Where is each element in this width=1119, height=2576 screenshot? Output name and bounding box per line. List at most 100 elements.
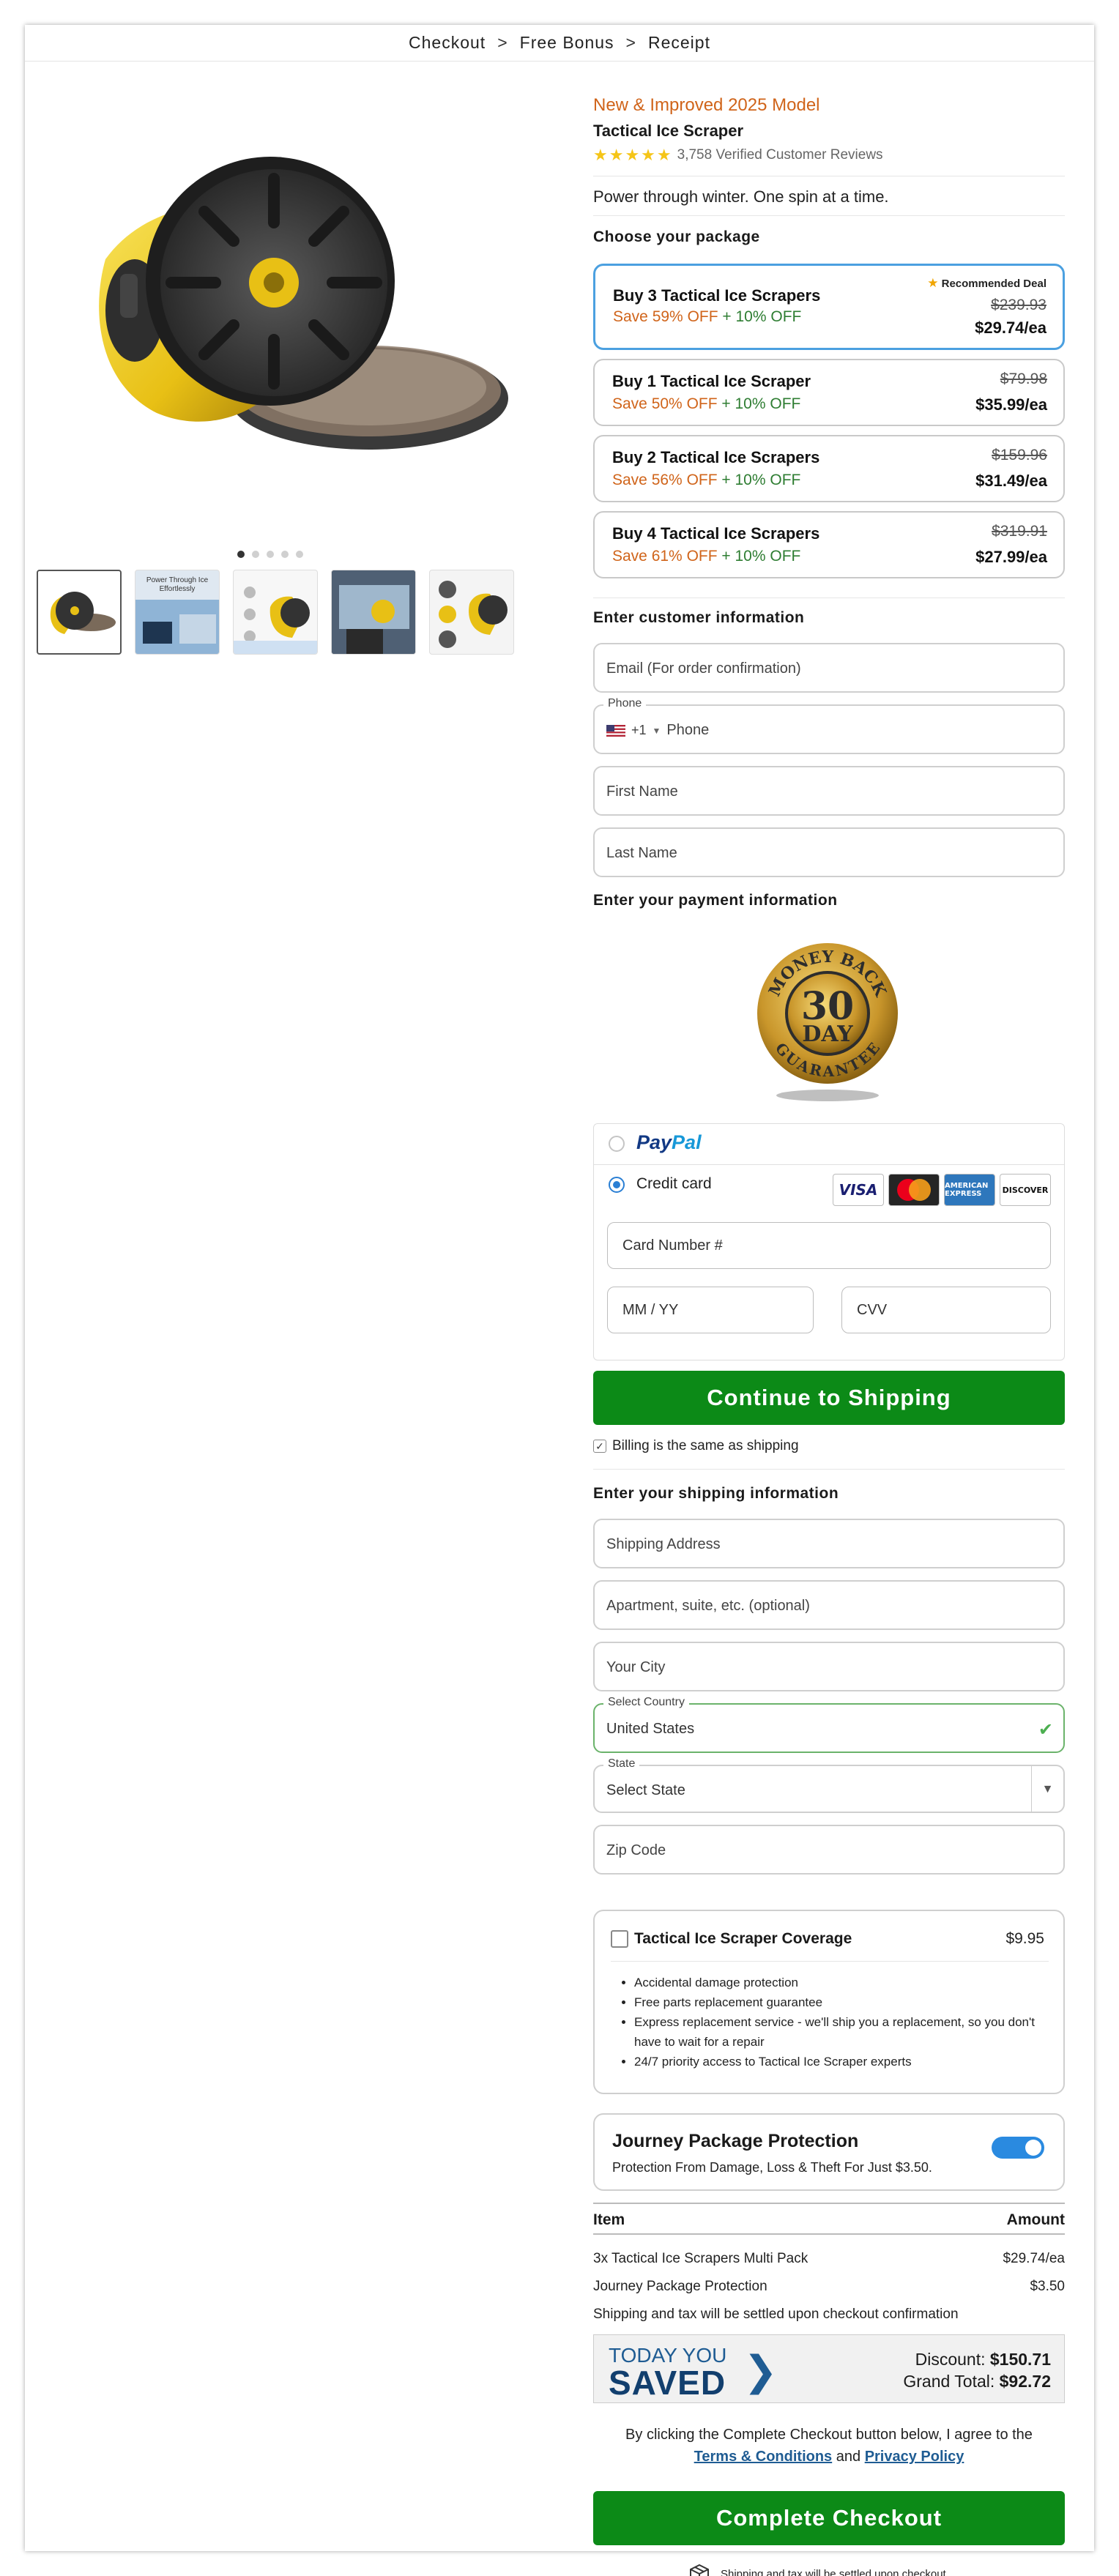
first-name-field[interactable]: First Name bbox=[593, 766, 1065, 816]
in-use-thumbnail-image bbox=[332, 570, 415, 654]
coverage-title: Tactical Ice Scraper Coverage bbox=[634, 1930, 852, 1947]
state-label: State bbox=[603, 1757, 640, 1771]
address-placeholder: Shipping Address bbox=[606, 1536, 721, 1552]
package-original-price: $319.91 bbox=[992, 523, 1047, 540]
carousel-dot[interactable] bbox=[296, 551, 303, 558]
city-field[interactable]: Your City bbox=[593, 1642, 1065, 1691]
card-number-field[interactable]: Card Number # bbox=[607, 1222, 1051, 1269]
paypal-option[interactable]: PayPal bbox=[594, 1124, 1064, 1165]
journey-protection-toggle[interactable] bbox=[992, 2137, 1044, 2159]
complete-checkout-button[interactable]: Complete Checkout bbox=[593, 2491, 1065, 2545]
state-select[interactable]: State Select State ▼ bbox=[593, 1757, 1065, 1813]
thumbnail[interactable]: Power Through Ice Effortlessly bbox=[135, 570, 220, 655]
package-savings: Save 56% OFF + 10% OFF bbox=[612, 472, 801, 488]
paypal-logo: PayPal bbox=[636, 1131, 702, 1153]
savings-banner: TODAY YOU SAVED ❯ Discount: $150.71 Gran… bbox=[593, 2334, 1065, 2403]
last-name-placeholder: Last Name bbox=[606, 845, 677, 861]
money-back-guarantee-badge: MONEY BACK GUARANTEE 30 DAY bbox=[757, 943, 898, 1101]
product-main-image[interactable] bbox=[47, 91, 545, 530]
expiry-field[interactable]: MM / YY bbox=[607, 1287, 814, 1333]
privacy-policy-link[interactable]: Privacy Policy bbox=[865, 2449, 964, 2465]
product-tagline: Power through winter. One spin at a time… bbox=[593, 187, 889, 206]
package-title: Buy 4 Tactical Ice Scrapers bbox=[612, 524, 820, 543]
package-price: $29.74/ea bbox=[975, 319, 1046, 337]
credit-card-radio[interactable] bbox=[609, 1177, 625, 1193]
email-field[interactable]: Email (For order confirmation) bbox=[593, 643, 1065, 693]
terms-link[interactable]: Terms & Conditions bbox=[694, 2449, 833, 2465]
carousel-dot[interactable] bbox=[267, 551, 274, 558]
thumbnail[interactable] bbox=[37, 570, 122, 655]
carousel-dot[interactable] bbox=[281, 551, 289, 558]
country-label: Select Country bbox=[603, 1696, 689, 1709]
billing-same-label: Billing is the same as shipping bbox=[612, 1438, 799, 1453]
discount-line: Discount: $150.71 bbox=[915, 2350, 1051, 2369]
discover-icon: DISCOVER bbox=[1000, 1174, 1051, 1206]
journey-title: Journey Package Protection bbox=[612, 2131, 859, 2151]
payment-section-title: Enter your payment information bbox=[593, 892, 838, 909]
carousel-dot[interactable] bbox=[237, 551, 245, 558]
last-name-field[interactable]: Last Name bbox=[593, 827, 1065, 877]
zip-code-field[interactable]: Zip Code bbox=[593, 1825, 1065, 1875]
thumbnail[interactable] bbox=[233, 570, 318, 655]
paypal-radio[interactable] bbox=[609, 1136, 625, 1152]
zip-placeholder: Zip Code bbox=[606, 1842, 666, 1858]
breadcrumb-checkout[interactable]: Checkout bbox=[409, 33, 486, 53]
divider bbox=[593, 1469, 1065, 1470]
mastercard-icon bbox=[888, 1174, 940, 1206]
billing-checkbox[interactable]: ✓ bbox=[593, 1440, 606, 1453]
coverage-checkbox[interactable] bbox=[611, 1930, 628, 1948]
breadcrumb-receipt[interactable]: Receipt bbox=[648, 33, 710, 53]
us-flag-icon[interactable] bbox=[606, 724, 625, 737]
state-value: Select State bbox=[606, 1782, 685, 1798]
country-value: United States bbox=[606, 1721, 695, 1737]
shipping-address-field[interactable]: Shipping Address bbox=[593, 1519, 1065, 1568]
carousel-dot[interactable] bbox=[252, 551, 259, 558]
breadcrumb-free-bonus[interactable]: Free Bonus bbox=[520, 33, 614, 53]
list-item: Accidental damage protection bbox=[634, 1973, 1049, 1992]
package-option-3[interactable]: ★ Recommended Deal Buy 3 Tactical Ice Sc… bbox=[593, 264, 1065, 350]
phone-field[interactable]: Phone +1 ▼ Phone bbox=[593, 697, 1065, 754]
phone-label: Phone bbox=[603, 697, 647, 710]
thumbnail-strip: Power Through Ice Effortlessly bbox=[37, 570, 514, 655]
package-price: $27.99/ea bbox=[975, 548, 1047, 566]
breadcrumb-separator: > bbox=[625, 33, 636, 52]
journey-subtitle: Protection From Damage, Loss & Theft For… bbox=[612, 2160, 932, 2175]
card-logos: VISA AMERICAN EXPRESS DISCOVER bbox=[833, 1174, 1051, 1206]
credit-card-option[interactable]: Credit card VISA AMERICAN EXPRESS DISCOV… bbox=[594, 1165, 1064, 1206]
package-savings: Save 50% OFF + 10% OFF bbox=[612, 395, 801, 412]
saved-text: SAVED bbox=[609, 2364, 726, 2402]
shipping-section-title: Enter your shipping information bbox=[593, 1485, 839, 1502]
model-line: New & Improved 2025 Model bbox=[593, 95, 820, 115]
check-icon: ✔ bbox=[1038, 1720, 1053, 1740]
summary-amount-header: Amount bbox=[1006, 2211, 1065, 2228]
thumbnail-caption: Power Through Ice Effortlessly bbox=[146, 576, 209, 593]
package-option-4[interactable]: Buy 4 Tactical Ice Scrapers Save 61% OFF… bbox=[593, 511, 1065, 578]
visa-icon: VISA bbox=[833, 1174, 884, 1206]
apartment-field[interactable]: Apartment, suite, etc. (optional) bbox=[593, 1580, 1065, 1630]
cvv-field[interactable]: CVV bbox=[841, 1287, 1051, 1333]
features-thumbnail-image bbox=[234, 587, 317, 654]
phone-placeholder: Phone bbox=[666, 722, 710, 738]
package-title: Buy 1 Tactical Ice Scraper bbox=[612, 372, 811, 390]
chevron-down-icon[interactable]: ▼ bbox=[653, 726, 661, 736]
continue-to-shipping-button[interactable]: Continue to Shipping bbox=[593, 1371, 1065, 1425]
package-savings: Save 59% OFF + 10% OFF bbox=[613, 308, 802, 325]
thumbnail[interactable] bbox=[429, 570, 514, 655]
package-price: $31.49/ea bbox=[975, 472, 1047, 490]
card-number-placeholder: Card Number # bbox=[622, 1237, 723, 1254]
chevron-down-icon[interactable]: ▼ bbox=[1031, 1766, 1063, 1813]
package-option-1[interactable]: Buy 1 Tactical Ice Scraper Save 50% OFF … bbox=[593, 359, 1065, 426]
summary-note: Shipping and tax will be settled upon ch… bbox=[593, 2307, 959, 2322]
rating-row: ★★★★★ 3,758 Verified Customer Reviews bbox=[593, 146, 883, 165]
billing-same-row[interactable]: ✓ Billing is the same as shipping bbox=[593, 1438, 799, 1454]
phone-input-row: +1 ▼ Phone bbox=[606, 722, 709, 739]
phone-country-code[interactable]: +1 bbox=[631, 723, 647, 738]
thumbnail[interactable] bbox=[331, 570, 416, 655]
summary-row: 3x Tactical Ice Scrapers Multi Pack $29.… bbox=[593, 2251, 1065, 2267]
payment-method-box: PayPal Credit card VISA AMERICAN EXPRESS… bbox=[593, 1123, 1065, 1360]
review-count[interactable]: 3,758 Verified Customer Reviews bbox=[677, 147, 883, 163]
divider bbox=[611, 1961, 1049, 1962]
package-original-price: $79.98 bbox=[1000, 371, 1047, 387]
package-option-2[interactable]: Buy 2 Tactical Ice Scrapers Save 56% OFF… bbox=[593, 435, 1065, 502]
country-select[interactable]: Select Country United States ✔ bbox=[593, 1696, 1065, 1753]
